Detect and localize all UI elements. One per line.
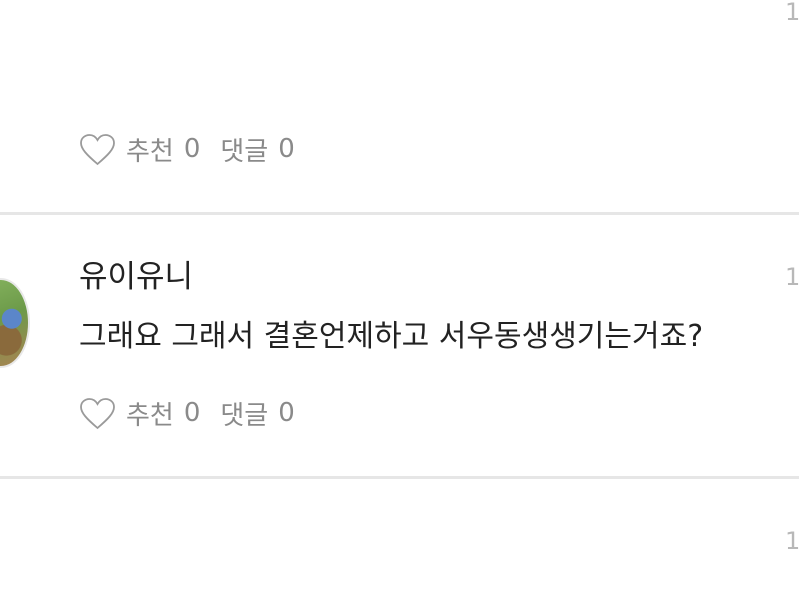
like-label[interactable]: 추천 xyxy=(126,131,174,168)
comment-time: 1 xyxy=(785,263,799,291)
reply-count: 0 xyxy=(278,398,295,428)
comment-actions: 추천 0 댓글 0 xyxy=(79,131,295,167)
heart-icon[interactable] xyxy=(79,397,116,430)
comment-time: 1 xyxy=(785,527,799,555)
reply-label[interactable]: 댓글 xyxy=(220,395,268,432)
comment-author[interactable]: 유이유니 xyxy=(79,259,193,295)
comment-card: 유이유니 1 그래요 그래서 결혼언제하고 서우동생생기는거죠? 추천 0 댓글… xyxy=(0,215,799,476)
avatar[interactable] xyxy=(0,278,30,368)
reply-count: 0 xyxy=(278,134,295,164)
comment-text: 그래요 그래서 결혼언제하고 서우동생생기는거죠? xyxy=(79,319,704,354)
comment-time: 1 xyxy=(785,0,799,26)
like-count: 0 xyxy=(183,398,201,428)
like-label[interactable]: 추천 xyxy=(126,395,174,432)
heart-icon[interactable] xyxy=(79,133,116,166)
comment-card: 1 추천 0 댓글 0 xyxy=(0,0,799,212)
comment-actions: 추천 0 댓글 0 xyxy=(79,395,295,431)
like-count: 0 xyxy=(183,134,201,164)
reply-label[interactable]: 댓글 xyxy=(220,131,268,168)
comment-card: 1 xyxy=(0,479,799,599)
